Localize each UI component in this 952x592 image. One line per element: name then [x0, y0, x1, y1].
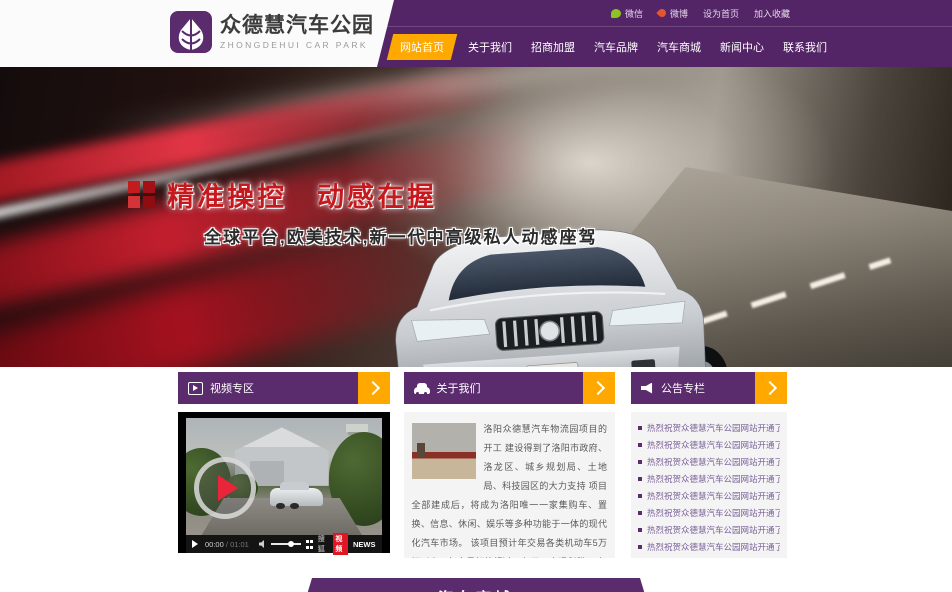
- notice-item-text: 热烈祝贺众德慧汽车公园网站开通了！: [647, 456, 780, 468]
- nav-item-mall[interactable]: 汽车商城: [652, 34, 706, 60]
- play-button[interactable]: [192, 540, 198, 548]
- add-favorite-label: 加入收藏: [754, 7, 790, 20]
- notice-panel-header: 公告专栏: [631, 372, 787, 404]
- banner-subheadline: 全球平台,欧美技术,新一代中高级私人动感座驾: [204, 223, 597, 248]
- video-panel: 视频专区 00:00 / 01:01: [178, 372, 390, 558]
- notice-list-item[interactable]: 热烈祝贺众德慧汽车公园网站开通了！: [638, 470, 780, 487]
- content-panels: 视频专区 00:00 / 01:01: [178, 372, 787, 558]
- notice-list: 热烈祝贺众德慧汽车公园网站开通了！ 热烈祝贺众德慧汽车公园网站开通了！ 热烈祝贺…: [631, 412, 787, 558]
- logo-icon: [170, 11, 212, 53]
- banner-gray-streak: [92, 67, 809, 147]
- set-homepage-label: 设为首页: [703, 7, 739, 20]
- notice-panel: 公告专栏 热烈祝贺众德慧汽车公园网站开通了！ 热烈祝贺众德慧汽车公园网站开通了！: [631, 372, 787, 558]
- page: 微信 微博 设为首页 加入收藏 网站首页 关于我们 招商加盟 汽车品牌 汽车商城…: [0, 0, 952, 592]
- set-homepage-link[interactable]: 设为首页: [703, 7, 739, 20]
- nav-item-news[interactable]: 新闻中心: [715, 34, 769, 60]
- weibo-label: 微博: [670, 7, 688, 20]
- video-panel-more-button[interactable]: [358, 372, 390, 404]
- car-icon: [414, 387, 430, 394]
- next-section-title: 汽车商城: [300, 587, 652, 592]
- notice-item-text: 热烈祝贺众德慧汽车公园网站开通了！: [647, 439, 780, 451]
- nav-item-brands[interactable]: 汽车品牌: [589, 34, 643, 60]
- bullet-icon: [638, 511, 642, 515]
- news-label: NEWS: [353, 540, 376, 549]
- big-play-button[interactable]: [194, 457, 256, 519]
- notice-panel-title: 公告专栏: [661, 380, 705, 396]
- video-controls: 00:00 / 01:01 搜狐 视频 NEWS: [186, 535, 382, 553]
- wechat-link[interactable]: 微信: [611, 7, 643, 20]
- video-time: 00:00 / 01:01: [205, 540, 249, 549]
- video-panel-header: 视频专区: [178, 372, 390, 404]
- notice-list-item[interactable]: 热烈祝贺众德慧汽车公园网站开通了！: [638, 436, 780, 453]
- notice-list-item[interactable]: 热烈祝贺众德慧汽车公园网站开通了！: [638, 538, 780, 555]
- megaphone-icon: [641, 383, 654, 394]
- wechat-label: 微信: [625, 7, 643, 20]
- video-panel-title: 视频专区: [210, 380, 254, 396]
- site-subtitle: ZHONGDEHUI CAR PARK: [220, 40, 374, 50]
- hero-banner-slide[interactable]: 精准操控 动感在握 全球平台,欧美技术,新一代中高级私人动感座驾: [0, 67, 952, 367]
- banner-caption: 精准操控 动感在握 全球平台,欧美技术,新一代中高级私人动感座驾: [128, 175, 597, 248]
- nav-item-home[interactable]: 网站首页: [387, 34, 457, 60]
- notice-list-item[interactable]: 热烈祝贺众德慧汽车公园网站开通了！: [638, 504, 780, 521]
- sohu-brand-label: 搜狐: [318, 534, 329, 554]
- weibo-link[interactable]: 微博: [658, 7, 688, 20]
- notice-item-text: 热烈祝贺众德慧汽车公园网站开通了！: [647, 422, 780, 434]
- bullet-icon: [638, 545, 642, 549]
- site-title: 众德慧汽车公园: [220, 14, 374, 38]
- about-panel-header: 关于我们: [404, 372, 616, 404]
- bullet-icon: [638, 494, 642, 498]
- bullet-icon: [638, 460, 642, 464]
- video-icon: [188, 382, 203, 395]
- notice-item-text: 热烈祝贺众德慧汽车公园网站开通了！: [647, 507, 780, 519]
- chevron-right-icon: [365, 381, 379, 395]
- notice-item-text: 热烈祝贺众德慧汽车公园网站开通了！: [647, 473, 780, 485]
- volume-icon[interactable]: [259, 540, 266, 548]
- video-thumb-car: [270, 488, 323, 506]
- about-panel-more-button[interactable]: [583, 372, 615, 404]
- bullet-icon: [638, 477, 642, 481]
- wechat-icon: [611, 9, 621, 18]
- bullet-icon: [638, 528, 642, 532]
- bullet-icon: [638, 426, 642, 430]
- logo[interactable]: 众德慧汽车公园 ZHONGDEHUI CAR PARK: [170, 11, 374, 53]
- sohu-video-badge: 视频: [333, 533, 348, 555]
- notice-item-text: 热烈祝贺众德慧汽车公园网站开通了！: [647, 524, 780, 536]
- notice-item-text: 热烈祝贺众德慧汽车公园网站开通了！: [647, 490, 780, 502]
- notice-panel-more-button[interactable]: [755, 372, 787, 404]
- logo-text: 众德慧汽车公园 ZHONGDEHUI CAR PARK: [220, 14, 374, 50]
- header: 微信 微博 设为首页 加入收藏 网站首页 关于我们 招商加盟 汽车品牌 汽车商城…: [0, 0, 952, 67]
- video-thumb-street-sign: [346, 424, 368, 432]
- nav-item-join[interactable]: 招商加盟: [526, 34, 580, 60]
- banner-headline: 精准操控 动感在握: [167, 175, 437, 214]
- nav-item-about[interactable]: 关于我们: [463, 34, 517, 60]
- chevron-right-icon: [591, 381, 605, 395]
- red-squares-icon: [128, 181, 155, 208]
- next-section-banner: 汽车商城: [300, 578, 652, 592]
- notice-list-item[interactable]: 热烈祝贺众德慧汽车公园网站开通了！: [638, 521, 780, 538]
- video-player: 00:00 / 01:01 搜狐 视频 NEWS: [178, 412, 390, 553]
- main-nav: 网站首页 关于我们 招商加盟 汽车品牌 汽车商城 新闻中心 联系我们: [380, 26, 952, 67]
- notice-list-item[interactable]: 热烈祝贺众德慧汽车公园网站开通了！: [638, 487, 780, 504]
- bullet-icon: [638, 443, 642, 447]
- topbar: 微信 微博 设为首页 加入收藏: [611, 0, 790, 26]
- nav-item-contact[interactable]: 联系我们: [778, 34, 832, 60]
- notice-list-item[interactable]: 热烈祝贺众德慧汽车公园网站开通了！: [638, 419, 780, 436]
- fullscreen-icon[interactable]: [306, 540, 313, 549]
- about-photo: [412, 423, 476, 479]
- about-content: 洛阳众德慧汽车物流园项目的开工 建设得到了洛阳市政府、洛龙区、城乡规划局、土地局…: [404, 412, 616, 558]
- volume-slider[interactable]: [271, 543, 301, 545]
- notice-list-item[interactable]: 热烈祝贺众德慧汽车公园网站开通了！: [638, 453, 780, 470]
- notice-item-text: 热烈祝贺众德慧汽车公园网站开通了！: [647, 541, 780, 553]
- volume-knob[interactable]: [288, 541, 294, 547]
- weibo-icon: [656, 7, 667, 18]
- chevron-right-icon: [763, 381, 777, 395]
- about-panel-title: 关于我们: [437, 380, 481, 396]
- about-panel: 关于我们 洛阳众德慧汽车物流园项目的开工 建设得到了洛阳市政府、洛龙区、城乡规划…: [404, 372, 616, 558]
- add-favorite-link[interactable]: 加入收藏: [754, 7, 790, 20]
